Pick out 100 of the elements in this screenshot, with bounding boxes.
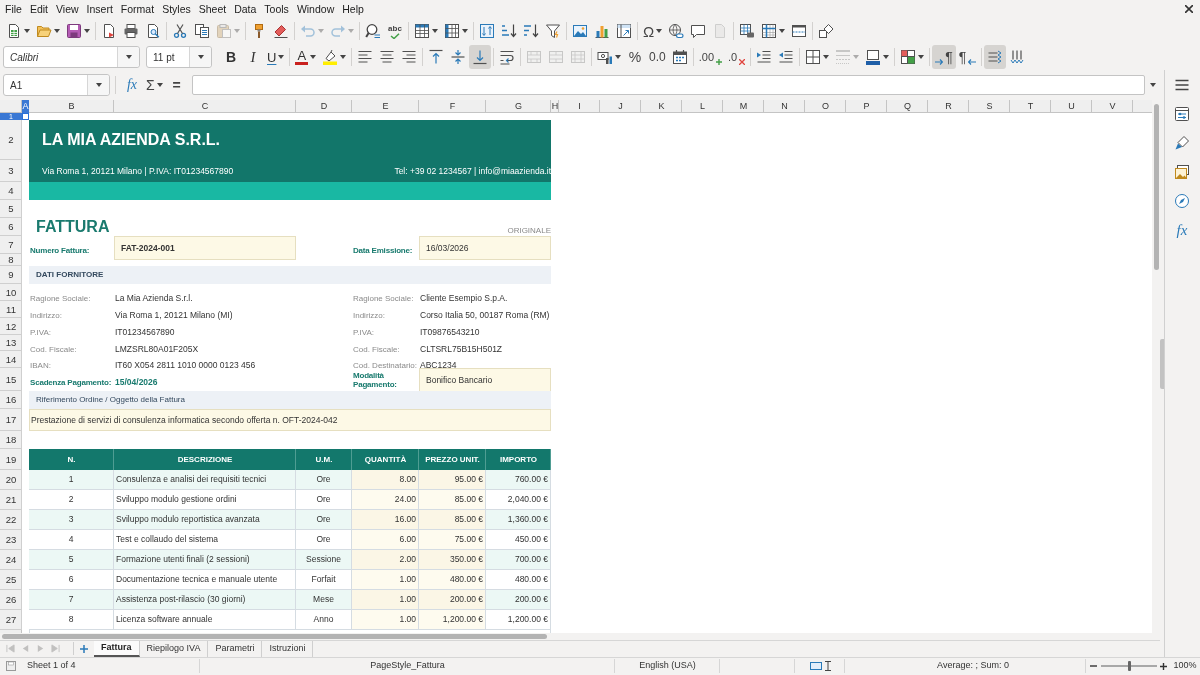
sheet-tab[interactable]: Riepilogo IVA xyxy=(139,640,209,657)
field-value: CLTSRL75B15H501Z xyxy=(420,344,503,354)
formula-button[interactable]: = xyxy=(165,74,188,96)
special-character-button[interactable]: Ω xyxy=(640,19,666,43)
row-header[interactable]: 4 xyxy=(0,182,22,200)
row-header[interactable]: 14 xyxy=(0,351,22,368)
column-header[interactable]: Q xyxy=(887,100,928,113)
close-document-button[interactable] xyxy=(1182,2,1196,16)
column-header[interactable]: C xyxy=(114,100,296,113)
table-cell: Consulenza e analisi dei requisiti tecnici xyxy=(114,470,296,490)
left-to-right-button[interactable]: ¶ xyxy=(932,45,956,69)
menu-item[interactable]: Styles xyxy=(158,2,195,16)
sidebar-handle[interactable] xyxy=(1160,338,1164,389)
functions-button[interactable]: fx xyxy=(1171,220,1193,240)
scrollbar-thumb[interactable] xyxy=(2,634,547,639)
slider-thumb[interactable] xyxy=(1127,661,1131,671)
sheet-tab[interactable]: Fattura xyxy=(94,640,140,657)
italic-button[interactable]: I xyxy=(242,45,264,69)
row-header[interactable]: 6 xyxy=(0,218,22,236)
column-header[interactable]: E xyxy=(352,100,419,113)
row-header[interactable]: 24 xyxy=(0,550,22,570)
column-header[interactable]: K xyxy=(641,100,682,113)
dropdown-button[interactable] xyxy=(117,47,139,67)
row-header[interactable]: 25 xyxy=(0,570,22,590)
sum-button[interactable]: Σ xyxy=(143,74,166,96)
sheet-tab[interactable]: Istruzioni xyxy=(262,640,314,657)
row-header[interactable]: 5 xyxy=(0,200,22,218)
percent-button[interactable]: % xyxy=(624,45,647,69)
row-header[interactable]: 16 xyxy=(0,391,22,409)
column-header[interactable]: R xyxy=(928,100,969,113)
column-header[interactable]: F xyxy=(419,100,486,113)
row-header[interactable]: 9 xyxy=(0,266,22,284)
menu-item[interactable]: Insert xyxy=(82,2,117,16)
row-header[interactable]: 19 xyxy=(0,449,22,470)
column-header[interactable]: P xyxy=(846,100,887,113)
column-header[interactable]: G xyxy=(486,100,551,113)
dropdown-button[interactable] xyxy=(189,47,211,67)
column-header[interactable]: D xyxy=(296,100,352,113)
row-header[interactable]: 10 xyxy=(0,284,22,301)
scrollbar-thumb[interactable] xyxy=(1153,104,1159,270)
row-header[interactable]: 13 xyxy=(0,335,22,351)
table-cell: 1.00 xyxy=(352,610,419,630)
dropdown-button[interactable] xyxy=(87,75,109,95)
row-header[interactable]: 2 xyxy=(0,120,22,160)
column-header[interactable]: M xyxy=(723,100,764,113)
row-header[interactable]: 18 xyxy=(0,431,22,449)
function-wizard-button[interactable]: fx xyxy=(121,74,143,96)
column-header[interactable]: A xyxy=(22,100,29,113)
name-box[interactable]: A1 xyxy=(3,74,110,96)
column-header[interactable]: J xyxy=(600,100,641,113)
column-header[interactable]: L xyxy=(682,100,723,113)
row-header[interactable]: 12 xyxy=(0,318,22,335)
sheet-tab[interactable]: Parametri xyxy=(208,640,263,657)
row-header[interactable]: 7 xyxy=(0,236,22,254)
text-horizontal-button[interactable] xyxy=(984,45,1007,69)
right-to-left-button[interactable]: ¶ xyxy=(955,45,980,69)
row-header[interactable]: 21 xyxy=(0,490,22,510)
font-color-button[interactable]: A xyxy=(292,45,320,69)
column-header[interactable]: B xyxy=(29,100,114,113)
row-header[interactable]: 8 xyxy=(0,254,22,266)
menu-item[interactable]: Data xyxy=(230,2,261,16)
zoom-in-button[interactable] xyxy=(1159,660,1168,672)
column-header[interactable]: O xyxy=(805,100,846,113)
column-header[interactable]: I xyxy=(559,100,600,113)
row-header[interactable]: 27 xyxy=(0,610,22,630)
column-header[interactable]: S xyxy=(969,100,1010,113)
menu-item[interactable]: Sheet xyxy=(194,2,231,16)
align-bottom-button[interactable] xyxy=(469,45,492,69)
row-header[interactable]: 17 xyxy=(0,409,22,431)
align-center-icon xyxy=(379,49,396,65)
delete-decimal-button[interactable]: .0 xyxy=(725,45,749,69)
column-header[interactable]: H xyxy=(551,100,559,113)
font-name-box[interactable]: Calibri xyxy=(3,46,140,68)
menu-item[interactable]: File xyxy=(1,2,26,16)
column-header[interactable]: N xyxy=(764,100,805,113)
formula-input[interactable] xyxy=(191,75,1145,95)
row-header[interactable]: 23 xyxy=(0,530,22,550)
menu-item[interactable]: Tools xyxy=(260,2,293,16)
spelling-button[interactable]: abc xyxy=(384,19,406,43)
row-header[interactable]: 3 xyxy=(0,160,22,182)
row-header[interactable]: 11 xyxy=(0,301,22,318)
menu-item[interactable]: Window xyxy=(292,2,339,16)
row-header[interactable]: 20 xyxy=(0,470,22,490)
row-header[interactable]: 15 xyxy=(0,368,22,391)
menu-item[interactable]: Format xyxy=(116,2,159,16)
font-size-box[interactable]: 11 pt xyxy=(146,46,212,68)
menu-item[interactable]: Edit xyxy=(25,2,52,16)
bold-button[interactable]: B xyxy=(220,45,242,69)
underline-button[interactable]: U xyxy=(264,45,288,69)
add-decimal-button[interactable]: .00 xyxy=(695,45,726,69)
column-header[interactable]: U xyxy=(1051,100,1092,113)
column-header[interactable]: T xyxy=(1010,100,1051,113)
arrow-right-icon xyxy=(935,59,944,65)
column-header[interactable]: V xyxy=(1092,100,1133,113)
menu-item[interactable]: View xyxy=(52,2,83,16)
selection-stats: Average: ; Sum: 0 xyxy=(937,659,1009,673)
menu-item[interactable]: Help xyxy=(338,2,368,16)
row-header[interactable]: 22 xyxy=(0,510,22,530)
number-format-button[interactable]: 0.0 xyxy=(646,45,669,69)
row-header[interactable]: 26 xyxy=(0,590,22,610)
